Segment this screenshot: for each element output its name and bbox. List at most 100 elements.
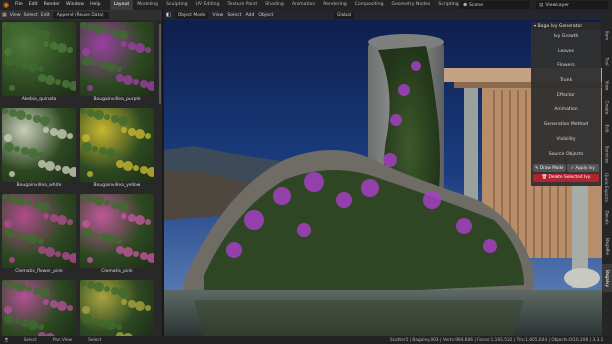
menu-edit[interactable]: Edit [26,0,41,10]
workspace-tab-geometry-nodes[interactable]: Geometry Nodes [388,0,435,10]
menu-help[interactable]: Help [87,0,103,10]
delete-selected-ivy-label: Delete Selected Ivy [548,175,591,180]
workspace-tab-animation[interactable]: Animation [288,0,319,10]
sidebar-tab-services[interactable]: Services [602,140,612,168]
foliage-dot [55,251,61,257]
foliage-dot [9,257,15,263]
foliage-dot [45,75,55,85]
asset-view-menu[interactable]: View [10,13,21,18]
workspace-tab-scripting[interactable]: Scripting [434,0,462,10]
asset-label: Akebia_quinata [21,97,57,102]
visibility-button[interactable]: Visibility [531,133,601,148]
viewport-select-menu[interactable]: Select [227,13,241,18]
leaves-button[interactable]: Leaves [531,45,601,60]
delete-selected-ivy-button[interactable]: 🗑 Delete Selected Ivy [533,174,599,182]
sidebar-tab-bagapie[interactable]: BagaPie [602,230,612,262]
foliage-dot [87,23,95,31]
sidebar-tab-tool[interactable]: Tool [602,50,612,72]
viewport-view-menu[interactable]: View [212,13,223,18]
foliage-dot [26,200,32,206]
sidebar-tab-decals[interactable]: Decals [602,206,612,228]
ivy-growth-button[interactable]: Ivy Growth [531,30,601,45]
foliage-dot [38,160,46,168]
editor-type-icon[interactable]: ▦ [2,12,7,18]
sidebar-tab-create[interactable]: Create [602,98,612,116]
foliage-dot [14,60,20,66]
viewport-header: ◧ Object Mode View Select Add Object Glo… [164,10,612,20]
foliage-dot [104,200,110,206]
workspace-tab-layout[interactable]: Layout [109,0,134,10]
viewport-add-menu[interactable]: Add [245,13,254,18]
foliage-dot [62,166,70,174]
foliage-dot [99,61,107,69]
effector-button[interactable]: Effector [531,89,601,104]
workspace-tab-uv-editing[interactable]: UV Editing [192,0,224,10]
source-objects-button[interactable]: Source Objects [531,148,601,163]
object-mode-dropdown[interactable]: Object Mode [174,11,209,19]
import-mode-dropdown[interactable]: Append (Reuse Data) [52,11,109,19]
asset-select-menu[interactable]: Select [24,13,38,18]
sidebar-tab-view[interactable]: View [602,74,612,96]
sidebar-tab-quick-exports[interactable]: Quick Exports [602,170,612,204]
status-select-hint-2: Select [88,337,102,343]
sidebar-tab-bagaivy[interactable]: BagaIvy [602,264,612,292]
asset-thumbnail[interactable] [80,22,154,96]
trunk-button[interactable]: Trunk [531,74,601,89]
viewport-object-menu[interactable]: Object [258,13,273,18]
foliage-dot [80,280,86,286]
asset-thumbnail[interactable] [2,22,76,96]
foliage-dot [80,108,86,114]
asset-scrollbar[interactable] [159,24,161,104]
foliage-dot [21,147,29,155]
workspace-tab-modeling[interactable]: Modeling [133,0,162,10]
foliage-dot [145,47,151,53]
animation-button[interactable]: Animation [531,103,601,118]
foliage-dot [82,220,90,228]
flowers-button[interactable]: Flowers [531,59,601,74]
menu-file[interactable]: File [12,0,26,10]
asset-browser: ▦ View Select Edit Append (Reuse Data) A… [0,10,163,336]
asset-thumbnail-foliage [2,280,73,336]
foliage-dot [92,60,98,66]
workspace-tab-rendering[interactable]: Rendering [319,0,350,10]
foliage-dot [128,42,136,50]
workspace-tab-texture-paint[interactable]: Texture Paint [224,0,262,10]
foliage-dot [69,253,76,263]
cube-icon[interactable]: ◧ [166,12,171,18]
menu-window[interactable]: Window [63,0,87,10]
foliage-dot [9,85,15,91]
asset-thumbnail[interactable] [80,108,154,182]
foliage-dot [40,116,50,126]
menu-render[interactable]: Render [41,0,63,10]
foliage-dot [147,253,154,263]
foliage-dot [16,196,26,206]
asset-thumbnail[interactable] [2,280,76,336]
foliage-dot [111,287,119,295]
panel-title[interactable]: ▾ Baga Ivy Generator [531,22,601,30]
foliage-dot [94,110,104,120]
workspace-tab-sculpting[interactable]: Sculpting [162,0,191,10]
scene-selector[interactable]: ⬢ Scene [460,1,530,9]
asset-thumbnail[interactable] [80,194,154,268]
sidebar-tab-item[interactable]: Item [602,22,612,48]
asset-edit-menu[interactable]: Edit [41,13,50,18]
view-layer-selector[interactable]: ▤ ViewLayer [536,1,608,9]
generation-method-button[interactable]: Generation Method [531,118,601,133]
blender-logo-icon[interactable]: ◉ [0,0,12,10]
transform-orientation-dropdown[interactable]: Global [334,11,355,19]
sidebar-tab-edit[interactable]: Edit [602,118,612,138]
foliage-dot [26,28,32,34]
asset-thumbnail[interactable] [80,280,154,336]
workspace-tab-compositing[interactable]: Compositing [351,0,388,10]
foliage-dot [38,66,44,72]
foliage-dot [145,133,151,139]
apply-ivy-button[interactable]: ✓ Apply Ivy [566,164,599,172]
workspace-tab-shading[interactable]: Shading [261,0,288,10]
draw-mode-button[interactable]: ✎ Draw Mode [533,164,566,172]
sidebar-tab-label: Tool [604,56,610,66]
asset-thumbnail[interactable] [2,194,76,268]
foliage-dot [55,165,61,171]
asset-thumbnail[interactable] [2,108,76,182]
asset-thumbnail-foliage [2,108,76,177]
foliage-dot [9,171,15,177]
